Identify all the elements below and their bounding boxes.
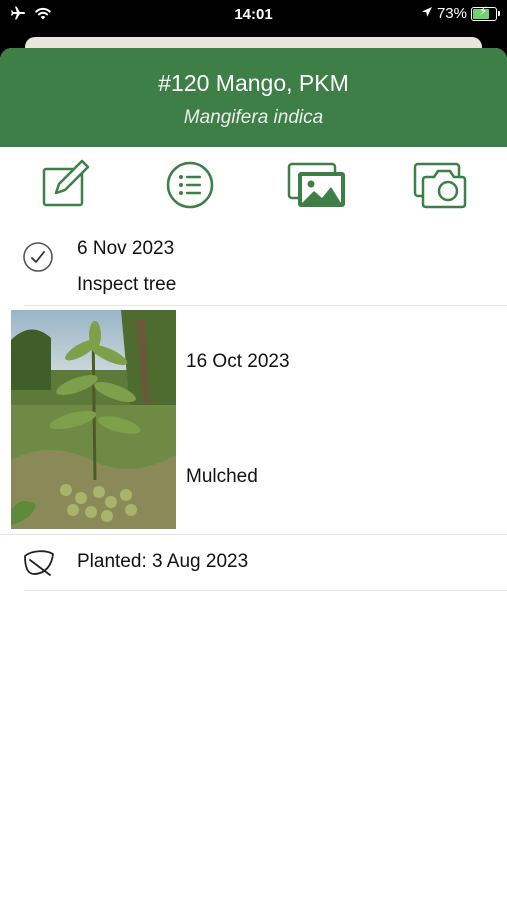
edit-button[interactable]: [40, 159, 92, 216]
location-arrow-icon: [421, 5, 433, 22]
mango-tree-photo[interactable]: [11, 310, 176, 529]
gallery-icon: [286, 159, 348, 216]
camera-button[interactable]: [412, 159, 474, 216]
task-date: 6 Nov 2023: [77, 238, 175, 259]
tree-scientific-name: Mangifera indica: [183, 107, 324, 128]
row-divider: [24, 590, 507, 591]
leaf-icon: [22, 548, 56, 583]
task-entry-row[interactable]: 6 Nov 2023 Inspect tree: [0, 227, 507, 305]
edit-icon: [40, 159, 92, 216]
list-icon: [164, 159, 216, 216]
battery-cap: [498, 10, 500, 16]
task-text: Inspect tree: [77, 274, 177, 295]
tree-title: #120 Mango, PKM: [158, 70, 349, 96]
tree-header: #120 Mango, PKM Mangifera indica: [0, 48, 507, 147]
list-button[interactable]: [164, 159, 216, 216]
photo-entry-date: 16 Oct 2023: [186, 351, 290, 372]
status-bar: 14:01 73% ⚡: [0, 0, 507, 30]
action-toolbar: [0, 147, 507, 227]
checkmark-circle-icon[interactable]: [22, 241, 54, 278]
planted-date-text: Planted: 3 Aug 2023: [77, 551, 249, 572]
status-right: 73% ⚡: [421, 3, 500, 22]
gallery-button[interactable]: [286, 159, 348, 216]
planted-entry-row[interactable]: Planted: 3 Aug 2023: [0, 534, 507, 590]
photo-entry-row[interactable]: 16 Oct 2023 Mulched: [0, 305, 507, 534]
tree-detail-sheet: #120 Mango, PKM Mangifera indica 6 Nov 2…: [0, 48, 507, 900]
photo-entry-text: Mulched: [186, 466, 258, 487]
charging-bolt-icon: ⚡: [479, 3, 488, 18]
battery-charging-icon: ⚡: [471, 3, 500, 21]
camera-icon: [412, 159, 474, 216]
battery-percent: 73%: [436, 5, 467, 22]
